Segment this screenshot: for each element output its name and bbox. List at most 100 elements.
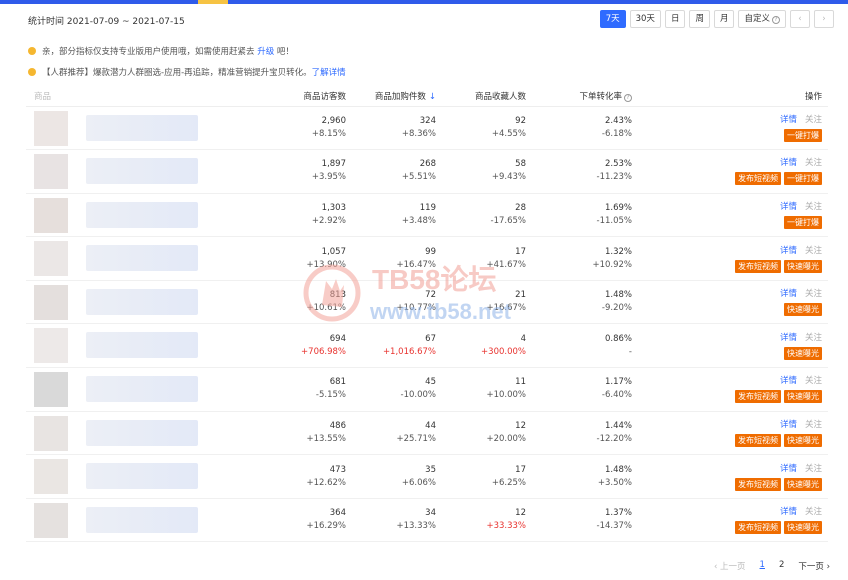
- follow-link[interactable]: 关注: [805, 289, 822, 299]
- conv-value: 1.37%: [604, 508, 632, 519]
- product-cell[interactable]: [26, 106, 236, 151]
- detail-link[interactable]: 详情: [780, 507, 797, 517]
- product-name-blurred[interactable]: [86, 245, 198, 272]
- product-cell[interactable]: [26, 280, 236, 325]
- follow-link[interactable]: 关注: [805, 376, 822, 386]
- product-thumbnail[interactable]: [34, 459, 68, 495]
- fav-change: +41.67%: [486, 259, 526, 270]
- product-name-blurred[interactable]: [86, 158, 198, 185]
- product-cell[interactable]: [26, 149, 236, 194]
- help-icon: ?: [772, 16, 780, 24]
- range-day-button[interactable]: 日: [664, 10, 686, 28]
- detail-link[interactable]: 详情: [780, 202, 797, 212]
- detail-link[interactable]: 详情: [780, 246, 797, 256]
- product-thumbnail[interactable]: [34, 197, 68, 233]
- product-name-blurred[interactable]: [86, 114, 198, 141]
- product-cell[interactable]: [26, 323, 236, 369]
- fav-cell: 21 +16.67%: [436, 280, 526, 325]
- detail-link[interactable]: 详情: [780, 420, 797, 430]
- conv-change: -: [628, 346, 632, 357]
- follow-link[interactable]: 关注: [805, 333, 822, 343]
- fav-value: 92: [515, 115, 526, 126]
- product-thumbnail[interactable]: [34, 284, 68, 320]
- quick-exposure-button[interactable]: 快速曝光: [784, 346, 822, 360]
- conv-change: -9.20%: [601, 303, 632, 314]
- ops-cell: 详情 关注发布短视频 快速曝光: [632, 367, 828, 412]
- product-name-blurred[interactable]: [86, 506, 198, 533]
- product-thumbnail[interactable]: [34, 328, 68, 364]
- col-cart[interactable]: 商品加购件数 ↓: [346, 86, 436, 107]
- detail-link[interactable]: 详情: [780, 158, 797, 168]
- col-visitors[interactable]: 商品访客数: [236, 86, 346, 107]
- col-fav-label: 商品收藏人数: [474, 91, 526, 102]
- publish-video-button[interactable]: 发布短视频: [735, 259, 781, 273]
- publish-video-button[interactable]: 发布短视频: [735, 390, 781, 404]
- product-name-blurred[interactable]: [86, 419, 198, 446]
- publish-video-button[interactable]: 发布短视频: [735, 433, 781, 447]
- product-cell[interactable]: [26, 411, 236, 456]
- product-thumbnail[interactable]: [34, 241, 68, 277]
- conv-cell: 1.48% +3.50%: [526, 454, 632, 499]
- range-week-button[interactable]: 周: [689, 10, 710, 28]
- quick-exposure-button[interactable]: 快速曝光: [784, 303, 822, 317]
- next-range-button[interactable]: ›: [814, 10, 834, 28]
- range-month-button[interactable]: 月: [713, 10, 735, 28]
- prev-range-button[interactable]: ‹: [790, 10, 810, 28]
- product-name-blurred[interactable]: [86, 376, 198, 403]
- follow-link[interactable]: 关注: [805, 246, 822, 256]
- follow-link[interactable]: 关注: [805, 115, 822, 125]
- publish-video-button[interactable]: 发布短视频: [735, 521, 781, 535]
- publish-video-button[interactable]: 发布短视频: [735, 477, 781, 491]
- product-name-blurred[interactable]: [86, 463, 198, 490]
- quick-exposure-button[interactable]: 快速曝光: [784, 259, 822, 273]
- detail-link[interactable]: 详情: [780, 464, 797, 474]
- product-thumbnail[interactable]: [34, 415, 68, 451]
- next-page-button[interactable]: 下一页 ›: [798, 560, 830, 572]
- page-1-button[interactable]: 1: [760, 560, 765, 572]
- follow-link[interactable]: 关注: [805, 507, 822, 517]
- ops-cell: 详情 关注一键打爆: [632, 193, 828, 238]
- follow-link[interactable]: 关注: [805, 420, 822, 430]
- product-thumbnail[interactable]: [34, 502, 68, 538]
- detail-link[interactable]: 详情: [780, 289, 797, 299]
- fav-change: +4.55%: [491, 128, 526, 139]
- product-thumbnail[interactable]: [34, 372, 68, 408]
- quick-exposure-button[interactable]: 快速曝光: [784, 390, 822, 404]
- boost-button[interactable]: 一键打爆: [784, 128, 822, 142]
- quick-exposure-button[interactable]: 快速曝光: [784, 433, 822, 447]
- product-cell[interactable]: [26, 454, 236, 499]
- boost-button[interactable]: 一键打爆: [784, 172, 822, 186]
- learn-more-link[interactable]: 了解详情: [312, 68, 346, 78]
- range-7d-button[interactable]: 7天: [599, 10, 626, 28]
- detail-link[interactable]: 详情: [780, 376, 797, 386]
- publish-video-button[interactable]: 发布短视频: [735, 172, 781, 186]
- follow-link[interactable]: 关注: [805, 158, 822, 168]
- detail-link[interactable]: 详情: [780, 333, 797, 343]
- product-name-blurred[interactable]: [86, 332, 198, 359]
- prev-page-button[interactable]: ‹ 上一页: [714, 560, 746, 572]
- table-row: 2,960 +8.15% 324 +8.36% 92 +4.55% 2.43% -6.18% 详…: [26, 106, 828, 151]
- quick-exposure-button[interactable]: 快速曝光: [784, 477, 822, 491]
- page-2-button[interactable]: 2: [779, 560, 784, 572]
- follow-link[interactable]: 关注: [805, 464, 822, 474]
- product-cell[interactable]: [26, 367, 236, 412]
- product-thumbnail[interactable]: [34, 154, 68, 190]
- product-name-blurred[interactable]: [86, 201, 198, 228]
- upgrade-link[interactable]: 升级: [257, 47, 274, 57]
- col-fav[interactable]: 商品收藏人数: [436, 86, 526, 107]
- col-conv[interactable]: 下单转化率?: [526, 86, 632, 107]
- cart-value: 35: [425, 464, 436, 475]
- product-cell[interactable]: [26, 193, 236, 238]
- product-cell[interactable]: [26, 498, 236, 543]
- detail-link[interactable]: 详情: [780, 115, 797, 125]
- quick-exposure-button[interactable]: 快速曝光: [784, 521, 822, 535]
- product-cell[interactable]: [26, 236, 236, 281]
- boost-button[interactable]: 一键打爆: [784, 215, 822, 229]
- range-custom-button[interactable]: 自定义?: [738, 10, 786, 28]
- product-thumbnail[interactable]: [34, 110, 68, 146]
- follow-link[interactable]: 关注: [805, 202, 822, 212]
- table-row: 1,897 +3.95% 268 +5.51% 58 +9.43% 2.53% -11.23%…: [26, 149, 828, 194]
- table-row: 1,057 +13.90% 99 +16.47% 17 +41.67% 1.32% +10.9…: [26, 236, 828, 281]
- product-name-blurred[interactable]: [86, 288, 198, 315]
- range-30d-button[interactable]: 30天: [629, 10, 661, 28]
